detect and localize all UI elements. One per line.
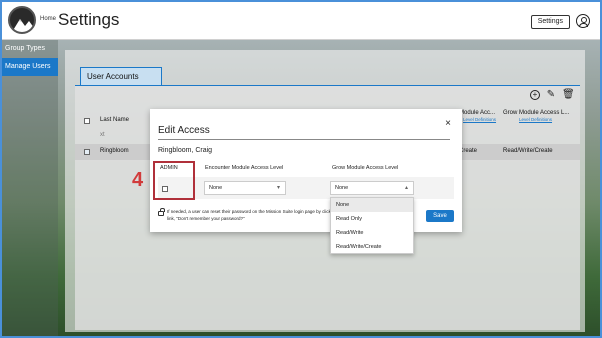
encounter-column-label: Encounter Module Access Level bbox=[205, 165, 284, 171]
module-level-definitions-link[interactable]: Level Definitions bbox=[463, 117, 496, 122]
tab-user-accounts[interactable]: User Accounts bbox=[80, 67, 162, 85]
dialog-user-name: Ringbloom, Craig bbox=[158, 147, 213, 154]
dropdown-option-read-write-create[interactable]: Read/Write/Create bbox=[331, 240, 413, 254]
last-name-filter[interactable]: xt bbox=[100, 132, 105, 138]
page-title: Settings bbox=[58, 10, 120, 29]
sidebar-item-group-types[interactable]: Group Types bbox=[2, 40, 58, 58]
password-reset-hint: If needed, a user can reset their passwo… bbox=[167, 209, 345, 221]
chevron-up-icon: ▴ bbox=[404, 185, 408, 191]
edit-icon[interactable]: ✎ bbox=[546, 90, 556, 100]
add-icon[interactable]: + bbox=[530, 90, 540, 100]
app-header: Home Settings Settings bbox=[2, 2, 600, 40]
annotation-step-number: 4 bbox=[132, 169, 144, 191]
grow-level-definitions-link[interactable]: Level Definitions bbox=[519, 117, 552, 122]
grow-access-select[interactable]: None ▴ bbox=[330, 181, 414, 195]
lock-icon bbox=[158, 208, 165, 216]
close-icon[interactable]: × bbox=[445, 118, 451, 129]
column-header-module-access[interactable]: Module Acc... bbox=[459, 110, 495, 116]
encounter-access-select[interactable]: None ▾ bbox=[204, 181, 286, 195]
dropdown-option-read-write[interactable]: Read/Write bbox=[331, 226, 413, 240]
sidebar: Group Types Manage Users bbox=[2, 40, 58, 336]
sidebar-item-manage-users[interactable]: Manage Users bbox=[2, 58, 58, 76]
user-circle-icon[interactable] bbox=[576, 14, 590, 28]
column-header-last-name[interactable]: Last Name bbox=[100, 117, 129, 123]
dropdown-option-read-only[interactable]: Read Only bbox=[331, 212, 413, 226]
row-checkbox[interactable] bbox=[84, 149, 90, 155]
grow-access-value: None bbox=[335, 185, 349, 191]
grow-access-dropdown-menu: None Read Only Read/Write Read/Write/Cre… bbox=[330, 197, 414, 254]
grow-column-label: Grow Module Access Level bbox=[332, 165, 399, 171]
home-link[interactable]: Home bbox=[40, 16, 56, 22]
dialog-divider bbox=[158, 139, 450, 140]
edit-access-dialog: Edit Access × Ringbloom, Craig ADMIN Enc… bbox=[150, 109, 462, 232]
encounter-access-value: None bbox=[209, 185, 223, 191]
dialog-title: Edit Access bbox=[158, 125, 210, 136]
annotation-highlight-box bbox=[153, 161, 195, 200]
mountain-logo-icon[interactable] bbox=[8, 6, 36, 34]
select-all-checkbox[interactable] bbox=[84, 118, 90, 124]
cell-grow-access: Read/Write/Create bbox=[503, 148, 553, 154]
table-toolbar: + ✎ 🗑 bbox=[530, 90, 575, 100]
delete-icon[interactable]: 🗑 bbox=[562, 90, 575, 100]
cell-last-name: Ringbloom bbox=[100, 148, 129, 154]
chevron-down-icon: ▾ bbox=[276, 185, 280, 191]
column-header-grow-access[interactable]: Grow Module Access L... bbox=[503, 110, 569, 116]
dropdown-option-none[interactable]: None bbox=[331, 198, 413, 212]
settings-button[interactable]: Settings bbox=[530, 15, 570, 29]
app-window: Home Settings Settings Group Types Manag… bbox=[2, 2, 600, 336]
save-button[interactable]: Save bbox=[426, 210, 454, 222]
